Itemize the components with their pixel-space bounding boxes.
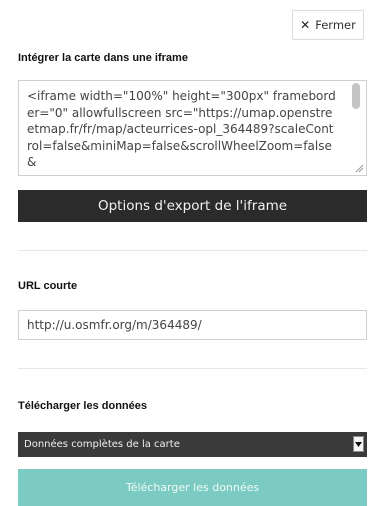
download-format-selected: Données complètes de la carte [24, 439, 180, 450]
textarea-scrollbar[interactable] [352, 83, 360, 109]
chevron-down-icon [353, 436, 364, 452]
short-url-value: http://u.osmfr.org/m/364489/ [27, 318, 202, 332]
short-url-field[interactable]: http://u.osmfr.org/m/364489/ [18, 310, 367, 340]
iframe-export-options-button[interactable]: Options d'export de l'iframe [18, 190, 367, 222]
close-button-label: Fermer [315, 18, 356, 32]
close-icon: ✕ [300, 18, 311, 32]
close-button[interactable]: ✕ Fermer [292, 10, 364, 40]
divider [18, 368, 367, 369]
download-data-button[interactable]: Télécharger les données [18, 469, 367, 506]
share-panel: ✕ Fermer Intégrer la carte dans une ifra… [0, 0, 368, 506]
iframe-code-textarea[interactable]: <iframe width="100%" height="300px" fram… [18, 80, 367, 176]
divider [18, 250, 367, 251]
download-section-title: Télécharger les données [18, 400, 147, 412]
short-url-title: URL courte [18, 280, 78, 292]
resize-handle-icon[interactable] [354, 163, 364, 173]
download-format-select[interactable]: Données complètes de la carte [18, 432, 367, 457]
iframe-section-title: Intégrer la carte dans une iframe [18, 52, 188, 64]
